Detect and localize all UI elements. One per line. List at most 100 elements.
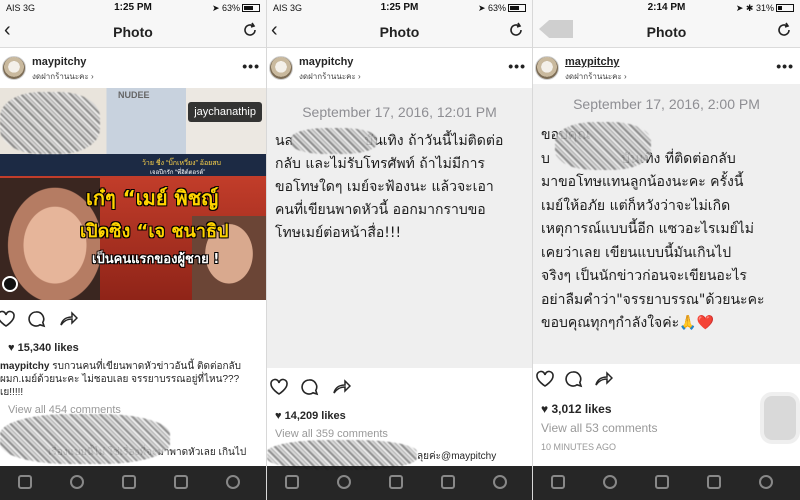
note-line: กลับ และไม่รับโทรศัพท์ ถ้าไม่มีการ <box>275 156 485 172</box>
location-arrow-icon: ➤ ✱ <box>735 3 756 13</box>
tab-search-icon[interactable] <box>337 475 351 489</box>
post-username[interactable]: maypitchy <box>32 56 86 68</box>
battery-indicator: ➤ ✱ 31% <box>736 3 794 14</box>
action-bar <box>533 370 800 396</box>
comment-icon[interactable] <box>563 370 583 388</box>
note-line: เคยว่าเลย เขียนแบบนี้มันเกินไป <box>541 244 732 261</box>
post-username[interactable]: maypitchy <box>299 56 353 68</box>
action-bar <box>0 310 266 336</box>
battery-icon <box>242 4 260 12</box>
avatar[interactable] <box>2 56 26 80</box>
view-comments-link[interactable]: View all 359 comments <box>275 428 388 440</box>
location-arrow-icon: ➤ <box>477 3 488 13</box>
battery-percent: 63% <box>221 3 240 13</box>
tab-activity-icon[interactable] <box>707 475 721 489</box>
battery-icon <box>508 4 526 12</box>
tab-profile-icon[interactable] <box>759 475 773 489</box>
tab-profile-icon[interactable] <box>226 475 240 489</box>
tab-camera-icon[interactable] <box>655 475 669 489</box>
likes-count[interactable]: ♥ 14,209 likes <box>275 410 346 422</box>
status-bar: AIS 3G 1:25 PM ➤ 63% <box>0 0 266 16</box>
nav-bar: Photo <box>533 16 800 48</box>
share-icon[interactable] <box>593 370 613 388</box>
nav-bar: ‹ Photo <box>0 16 266 48</box>
battery-percent: 63% <box>487 3 506 13</box>
bottom-tab-bar <box>267 466 532 500</box>
post-location[interactable]: งดฝากร้านนะคะ › <box>565 70 627 83</box>
note-line: จริงๆ เป็นนักข่าวก่อนจะเขียนอะไร <box>541 268 747 284</box>
headline-line-2: เปิดซิง “เจ ชนาธิป <box>80 221 229 242</box>
headline-line-3: เป็นคนแรกของผู้ชาย ! <box>92 252 220 267</box>
avatar[interactable] <box>535 56 559 80</box>
location-arrow-icon: ➤ <box>211 3 222 13</box>
likes-count-text: 14,209 likes <box>284 410 346 422</box>
photo-banner-bar <box>0 154 266 176</box>
likes-count-text: 3,012 likes <box>551 402 612 416</box>
banner-brand: NUDEE <box>118 90 150 100</box>
tab-search-icon[interactable] <box>603 475 617 489</box>
share-icon[interactable] <box>331 378 351 396</box>
note-line: เหตุการณ์แบบนี้อีก แซวอะไรเมย์ไม่ <box>541 221 755 237</box>
battery-icon <box>776 4 794 12</box>
headline-line-1: เก๋ๆ “เมย์ พิชญ์ <box>86 186 219 210</box>
note-line: โทษเมย์ต่อหน้าสื่อ!!! <box>275 225 402 241</box>
view-comments-link[interactable]: View all 53 comments <box>541 421 658 435</box>
tab-home-icon[interactable] <box>18 475 32 489</box>
refresh-icon[interactable] <box>242 22 258 38</box>
post-location[interactable]: งดฝากร้านนะคะ › <box>299 70 361 83</box>
blurred-region <box>0 92 100 154</box>
heart-icon[interactable] <box>269 378 289 396</box>
avatar[interactable] <box>269 56 293 80</box>
battery-indicator: ➤ 63% <box>478 3 526 14</box>
tagged-users-icon[interactable] <box>2 276 18 292</box>
note-line: เมย์ให้อภัย แต่ก็หวังว่าจะไม่เกิด <box>541 197 731 214</box>
tab-search-icon[interactable] <box>70 475 84 489</box>
photo-post-panel-3: . 2:14 PM ➤ ✱ 31% Photo maypitchy งดฝากร… <box>532 0 800 500</box>
more-options-icon[interactable]: ••• <box>508 58 526 74</box>
likes-count-text: 15,340 likes <box>17 342 79 354</box>
tab-camera-icon[interactable] <box>122 475 136 489</box>
post-location[interactable]: งดฝากร้านนะคะ › <box>32 70 94 83</box>
note-line: อย่าลืมคำว่า"จรรยาบรรณ"ด้วยนะคะ <box>541 291 765 308</box>
likes-count[interactable]: ♥ 3,012 likes <box>541 402 612 416</box>
battery-indicator: ➤ 63% <box>212 3 260 14</box>
comment-preview: ลุยค่ะ@maypitchy <box>417 451 497 462</box>
heart-icon[interactable] <box>0 310 16 328</box>
tab-activity-icon[interactable] <box>174 475 188 489</box>
post-username[interactable]: maypitchy <box>565 56 619 68</box>
tab-home-icon[interactable] <box>285 475 299 489</box>
heart-icon[interactable] <box>535 370 555 388</box>
photo-post-panel-2: AIS 3G 1:25 PM ➤ 63% ‹ Photo maypitchy ง… <box>266 0 532 500</box>
caption-username[interactable]: maypitchy <box>0 361 49 372</box>
action-bar <box>267 378 532 404</box>
status-bar: AIS 3G 1:25 PM ➤ 63% <box>267 0 532 16</box>
likes-count[interactable]: ♥ 15,340 likes <box>8 342 79 354</box>
tab-activity-icon[interactable] <box>441 475 455 489</box>
assistive-touch-button[interactable] <box>764 396 796 440</box>
nav-title: Photo <box>113 24 153 40</box>
more-options-icon[interactable]: ••• <box>242 58 260 74</box>
status-bar: . 2:14 PM ➤ ✱ 31% <box>533 0 800 16</box>
blurred-region <box>555 122 651 170</box>
photo-post-panel-1: AIS 3G 1:25 PM ➤ 63% ‹ Photo maypitchy ง… <box>0 0 266 500</box>
share-icon[interactable] <box>58 310 78 328</box>
note-date: September 17, 2016, 2:00 PM <box>573 96 760 112</box>
nav-title: Photo <box>646 24 687 40</box>
blurred-region <box>0 414 170 464</box>
post-photo[interactable]: NUDEE ว้าย ชี่ง “บิ๊กเหวี่ยง” อ้อยสบ เจอ… <box>0 88 266 300</box>
note-line: มาขอโทษแทนลูกน้องนะคะ ครั้งนี้ <box>541 174 744 190</box>
comment-icon[interactable] <box>299 378 319 396</box>
photo-user-tag[interactable]: jaychanathip <box>188 102 262 122</box>
post-timestamp: 10 MINUTES AGO <box>541 442 617 452</box>
bottom-tab-bar <box>533 466 800 500</box>
comment-icon[interactable] <box>26 310 46 328</box>
tab-camera-icon[interactable] <box>389 475 403 489</box>
nav-title: Photo <box>379 24 420 40</box>
battery-percent: 31% <box>755 3 774 13</box>
refresh-icon[interactable] <box>776 22 792 38</box>
tab-home-icon[interactable] <box>551 475 565 489</box>
post-caption: maypitchy รบกวนคนที่เขียนพาดหัวข่าวอันนี… <box>0 360 262 399</box>
more-options-icon[interactable]: ••• <box>776 58 794 74</box>
tab-profile-icon[interactable] <box>493 475 507 489</box>
refresh-icon[interactable] <box>508 22 524 38</box>
